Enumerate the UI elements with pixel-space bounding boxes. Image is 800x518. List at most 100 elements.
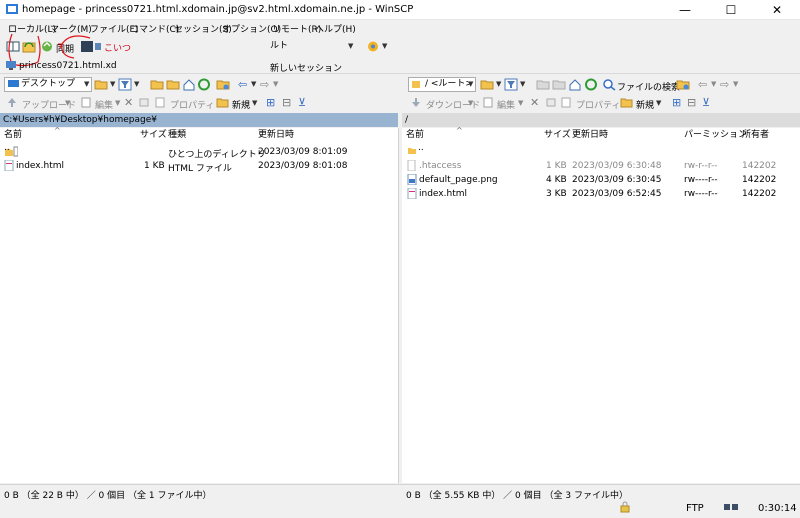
- local-forward-icon[interactable]: ⇨: [260, 78, 269, 91]
- menu-remote[interactable]: リモート(R): [272, 22, 321, 35]
- local-parent-dir-icon[interactable]: [150, 78, 164, 91]
- local-properties-icon[interactable]: [154, 96, 166, 109]
- local-col-name[interactable]: 名前: [4, 128, 22, 143]
- local-forward-chevron-icon[interactable]: ▼: [273, 80, 278, 88]
- remote-properties-icon[interactable]: [560, 96, 572, 109]
- local-root-dir-icon[interactable]: [166, 78, 180, 91]
- local-expand-icon[interactable]: ⊞: [266, 96, 275, 109]
- remote-refresh-icon[interactable]: [584, 78, 598, 91]
- local-col-type[interactable]: 種類: [168, 128, 186, 143]
- remote-new-folder-icon: [620, 98, 633, 108]
- remote-forward-chevron-icon[interactable]: ▼: [733, 80, 738, 88]
- remote-row-name[interactable]: ..: [418, 143, 424, 153]
- preferences-icon[interactable]: [366, 40, 380, 53]
- remote-delete-icon[interactable]: ✕: [530, 96, 539, 109]
- remote-forward-icon[interactable]: ⇨: [720, 78, 729, 91]
- local-bookmark-icon[interactable]: [216, 78, 230, 91]
- remote-back-icon[interactable]: ⇦: [698, 78, 707, 91]
- title-bar: homepage - princess0721.html.xdomain.jp@…: [0, 0, 800, 20]
- local-file-list[interactable]: [0, 128, 399, 483]
- remote-check-icon[interactable]: ⊻: [702, 96, 710, 109]
- session-dropdown-value: ルト: [270, 41, 289, 51]
- find-files-button[interactable]: ファイルの検索: [617, 80, 680, 93]
- find-files-icon[interactable]: [602, 78, 616, 91]
- remote-new-button[interactable]: 新規: [636, 98, 654, 111]
- remote-expand-icon[interactable]: ⊞: [672, 96, 681, 109]
- remote-bookmark-icon[interactable]: [676, 78, 690, 91]
- local-open-folder-icon[interactable]: [94, 78, 108, 91]
- download-chevron-icon[interactable]: ▼: [468, 99, 473, 107]
- remote-parent-dir-icon[interactable]: [536, 78, 550, 91]
- local-rename-icon[interactable]: [138, 96, 150, 109]
- png-file-icon: [407, 174, 417, 185]
- html-file-icon: [4, 160, 14, 171]
- remote-row-name[interactable]: .htaccess: [419, 161, 461, 171]
- local-col-modified[interactable]: 更新日時: [258, 128, 294, 143]
- menu-help[interactable]: ヘルプ(H): [315, 22, 356, 35]
- remote-edit-button[interactable]: 編集: [497, 98, 515, 111]
- remote-col-modified[interactable]: 更新日時: [572, 128, 608, 143]
- remote-row-perm: rw----r--: [684, 189, 718, 199]
- remote-collapse-icon[interactable]: ⊟: [687, 96, 696, 109]
- remote-new-chevron-icon[interactable]: ▼: [656, 99, 661, 107]
- remote-back-chevron-icon[interactable]: ▼: [711, 80, 716, 88]
- local-refresh-icon[interactable]: [197, 78, 211, 91]
- local-collapse-icon[interactable]: ⊟: [282, 96, 291, 109]
- preferences-chevron-icon[interactable]: ▼: [382, 42, 387, 50]
- remote-rename-icon[interactable]: [545, 96, 557, 109]
- session-dropdown-chevron-icon[interactable]: ▼: [348, 42, 353, 50]
- remote-filter-chevron-icon[interactable]: ▼: [520, 80, 525, 88]
- remote-properties-button[interactable]: プロパティ: [576, 98, 620, 111]
- remote-col-owner[interactable]: 所有者: [742, 128, 769, 143]
- remote-row-name[interactable]: index.html: [419, 189, 467, 199]
- local-path-bar[interactable]: C:¥Users¥h¥Desktop¥homepage¥: [0, 113, 398, 127]
- local-edit-button[interactable]: 編集: [95, 98, 113, 111]
- session-tab[interactable]: princess0721.html.xd: [19, 61, 117, 71]
- remote-row-modified: 2023/03/09 6:30:45: [572, 175, 662, 185]
- upload-chevron-icon[interactable]: ▼: [65, 99, 70, 107]
- remote-row-name[interactable]: default_page.png: [419, 175, 498, 185]
- local-edit-chevron-icon[interactable]: ▼: [115, 99, 120, 107]
- download-icon: [412, 98, 420, 107]
- local-home-icon[interactable]: [182, 78, 196, 91]
- local-check-icon[interactable]: ⊻: [298, 96, 306, 109]
- remote-location-value: / <ルート>: [425, 79, 473, 89]
- menu-command[interactable]: コマンド(C): [130, 22, 179, 35]
- remote-col-size[interactable]: サイズ: [544, 128, 571, 143]
- local-new-button[interactable]: 新規: [232, 98, 250, 111]
- remote-open-folder-icon[interactable]: [480, 78, 494, 91]
- local-open-folder-chevron-icon[interactable]: ▼: [110, 80, 115, 88]
- remote-row-size: 1 KB: [546, 161, 567, 171]
- remote-col-name[interactable]: 名前: [406, 128, 424, 143]
- local-back-chevron-icon[interactable]: ▼: [251, 80, 256, 88]
- remote-root-dir-icon[interactable]: [552, 78, 566, 91]
- minimize-button[interactable]: —: [662, 0, 708, 20]
- local-sort-up-icon: ^: [54, 126, 61, 135]
- remote-filter-icon[interactable]: [504, 78, 518, 91]
- maximize-button[interactable]: ☐: [708, 0, 754, 20]
- local-row-name[interactable]: ..: [4, 143, 10, 153]
- local-properties-button[interactable]: プロパティ: [170, 98, 214, 111]
- remote-path-bar[interactable]: /: [402, 113, 800, 127]
- local-col-size[interactable]: サイズ: [140, 128, 167, 143]
- remote-status-text: 0 B （全 5.55 KB 中） ／ 0 個目 （全 3 ファイル中）: [406, 491, 628, 501]
- close-button[interactable]: ✕: [754, 0, 800, 20]
- local-back-icon[interactable]: ⇦: [238, 78, 247, 91]
- local-delete-icon[interactable]: ✕: [124, 96, 133, 109]
- remote-col-perm[interactable]: パーミッション: [684, 128, 747, 143]
- local-row-type: ひとつ上のディレクトリ: [168, 150, 266, 160]
- remote-row-owner: 142202: [742, 175, 777, 185]
- local-filter-icon[interactable]: [118, 78, 132, 91]
- remote-open-folder-chevron-icon[interactable]: ▼: [496, 80, 501, 88]
- local-filter-chevron-icon[interactable]: ▼: [134, 80, 139, 88]
- remote-home-icon[interactable]: [568, 78, 582, 91]
- remote-parent-dir-icon: [408, 148, 416, 154]
- local-row-name[interactable]: index.html: [16, 161, 64, 171]
- session-dropdown[interactable]: ルト: [268, 40, 356, 55]
- new-session-tab[interactable]: 新しいセッション: [270, 61, 342, 74]
- local-location-value: デスクトップ: [21, 79, 76, 89]
- remote-edit-chevron-icon[interactable]: ▼: [518, 99, 523, 107]
- local-row-modified: 2023/03/09 8:01:08: [258, 161, 348, 171]
- local-new-chevron-icon[interactable]: ▼: [252, 99, 257, 107]
- html-file-icon: [407, 188, 417, 199]
